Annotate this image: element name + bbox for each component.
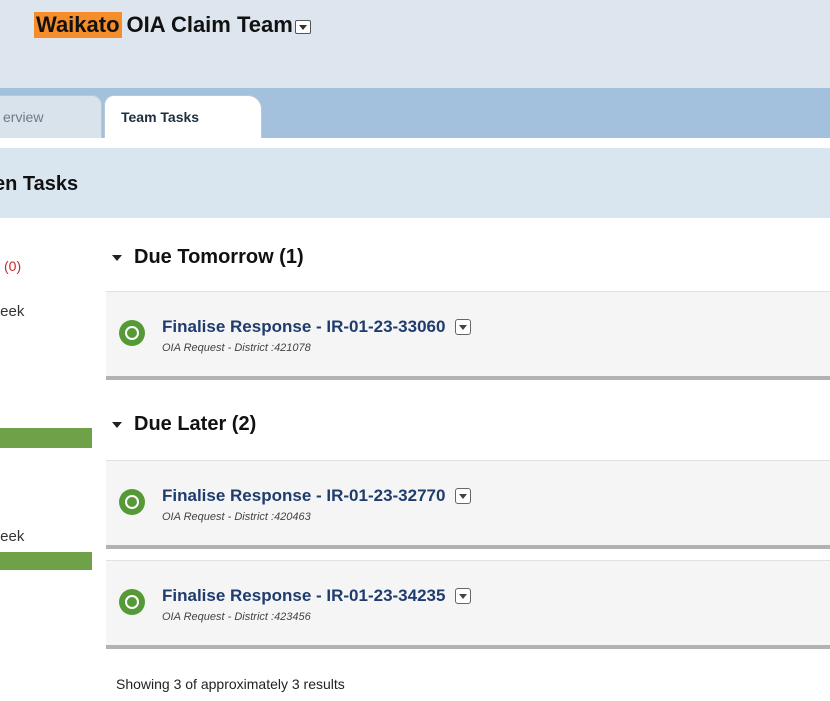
sidebar-week-label: /eek — [0, 303, 25, 320]
group-due-tomorrow[interactable]: Due Tomorrow (1) — [112, 246, 304, 269]
sidebar-count[interactable]: (0) — [4, 258, 21, 274]
task-card: Finalise Response - IR-01-23-33060 OIA R… — [106, 291, 830, 380]
caret-down-icon[interactable] — [112, 254, 122, 261]
task-link[interactable]: Finalise Response - IR-01-23-33060 — [162, 317, 472, 337]
task-menu-dropdown-icon[interactable] — [455, 488, 472, 504]
group-due-later[interactable]: Due Later (2) — [112, 413, 256, 436]
section-title: en Tasks — [0, 173, 79, 195]
task-title[interactable]: Finalise Response - IR-01-23-33060 — [162, 317, 445, 337]
caret-down-icon[interactable] — [112, 421, 122, 428]
task-menu-dropdown-icon[interactable] — [455, 588, 472, 604]
results-summary: Showing 3 of approximately 3 results — [116, 676, 345, 692]
task-card: Finalise Response - IR-01-23-34235 OIA R… — [106, 560, 830, 649]
task-subtitle: OIA Request - District :421078 — [162, 342, 311, 354]
team-name: OIA Claim Team — [126, 12, 293, 37]
task-title[interactable]: Finalise Response - IR-01-23-32770 — [162, 486, 445, 506]
section-header — [0, 148, 830, 218]
group-title: Due Tomorrow (1) — [134, 246, 304, 268]
tab-team-tasks[interactable]: Team Tasks — [104, 95, 262, 138]
task-link[interactable]: Finalise Response - IR-01-23-32770 — [162, 486, 472, 506]
sidebar-progress-bar — [0, 552, 92, 570]
task-subtitle: OIA Request - District :420463 — [162, 511, 311, 523]
tab-bar: erview Team Tasks — [0, 88, 830, 138]
team-title[interactable]: Waikato OIA Claim Team — [34, 10, 311, 40]
team-name-highlight: Waikato — [34, 12, 122, 38]
task-menu-dropdown-icon[interactable] — [455, 319, 472, 335]
sidebar-week-label: /eek — [0, 528, 25, 545]
task-title[interactable]: Finalise Response - IR-01-23-34235 — [162, 586, 445, 606]
group-title: Due Later (2) — [134, 413, 257, 435]
gear-icon — [119, 320, 145, 346]
sidebar-progress-bar — [0, 428, 92, 448]
task-subtitle: OIA Request - District :423456 — [162, 611, 311, 623]
gear-icon — [119, 589, 145, 615]
task-card: Finalise Response - IR-01-23-32770 OIA R… — [106, 460, 830, 549]
gear-icon — [119, 489, 145, 515]
task-link[interactable]: Finalise Response - IR-01-23-34235 — [162, 586, 472, 606]
team-menu-dropdown-icon[interactable] — [294, 20, 311, 34]
tab-overview[interactable]: erview — [0, 95, 102, 138]
